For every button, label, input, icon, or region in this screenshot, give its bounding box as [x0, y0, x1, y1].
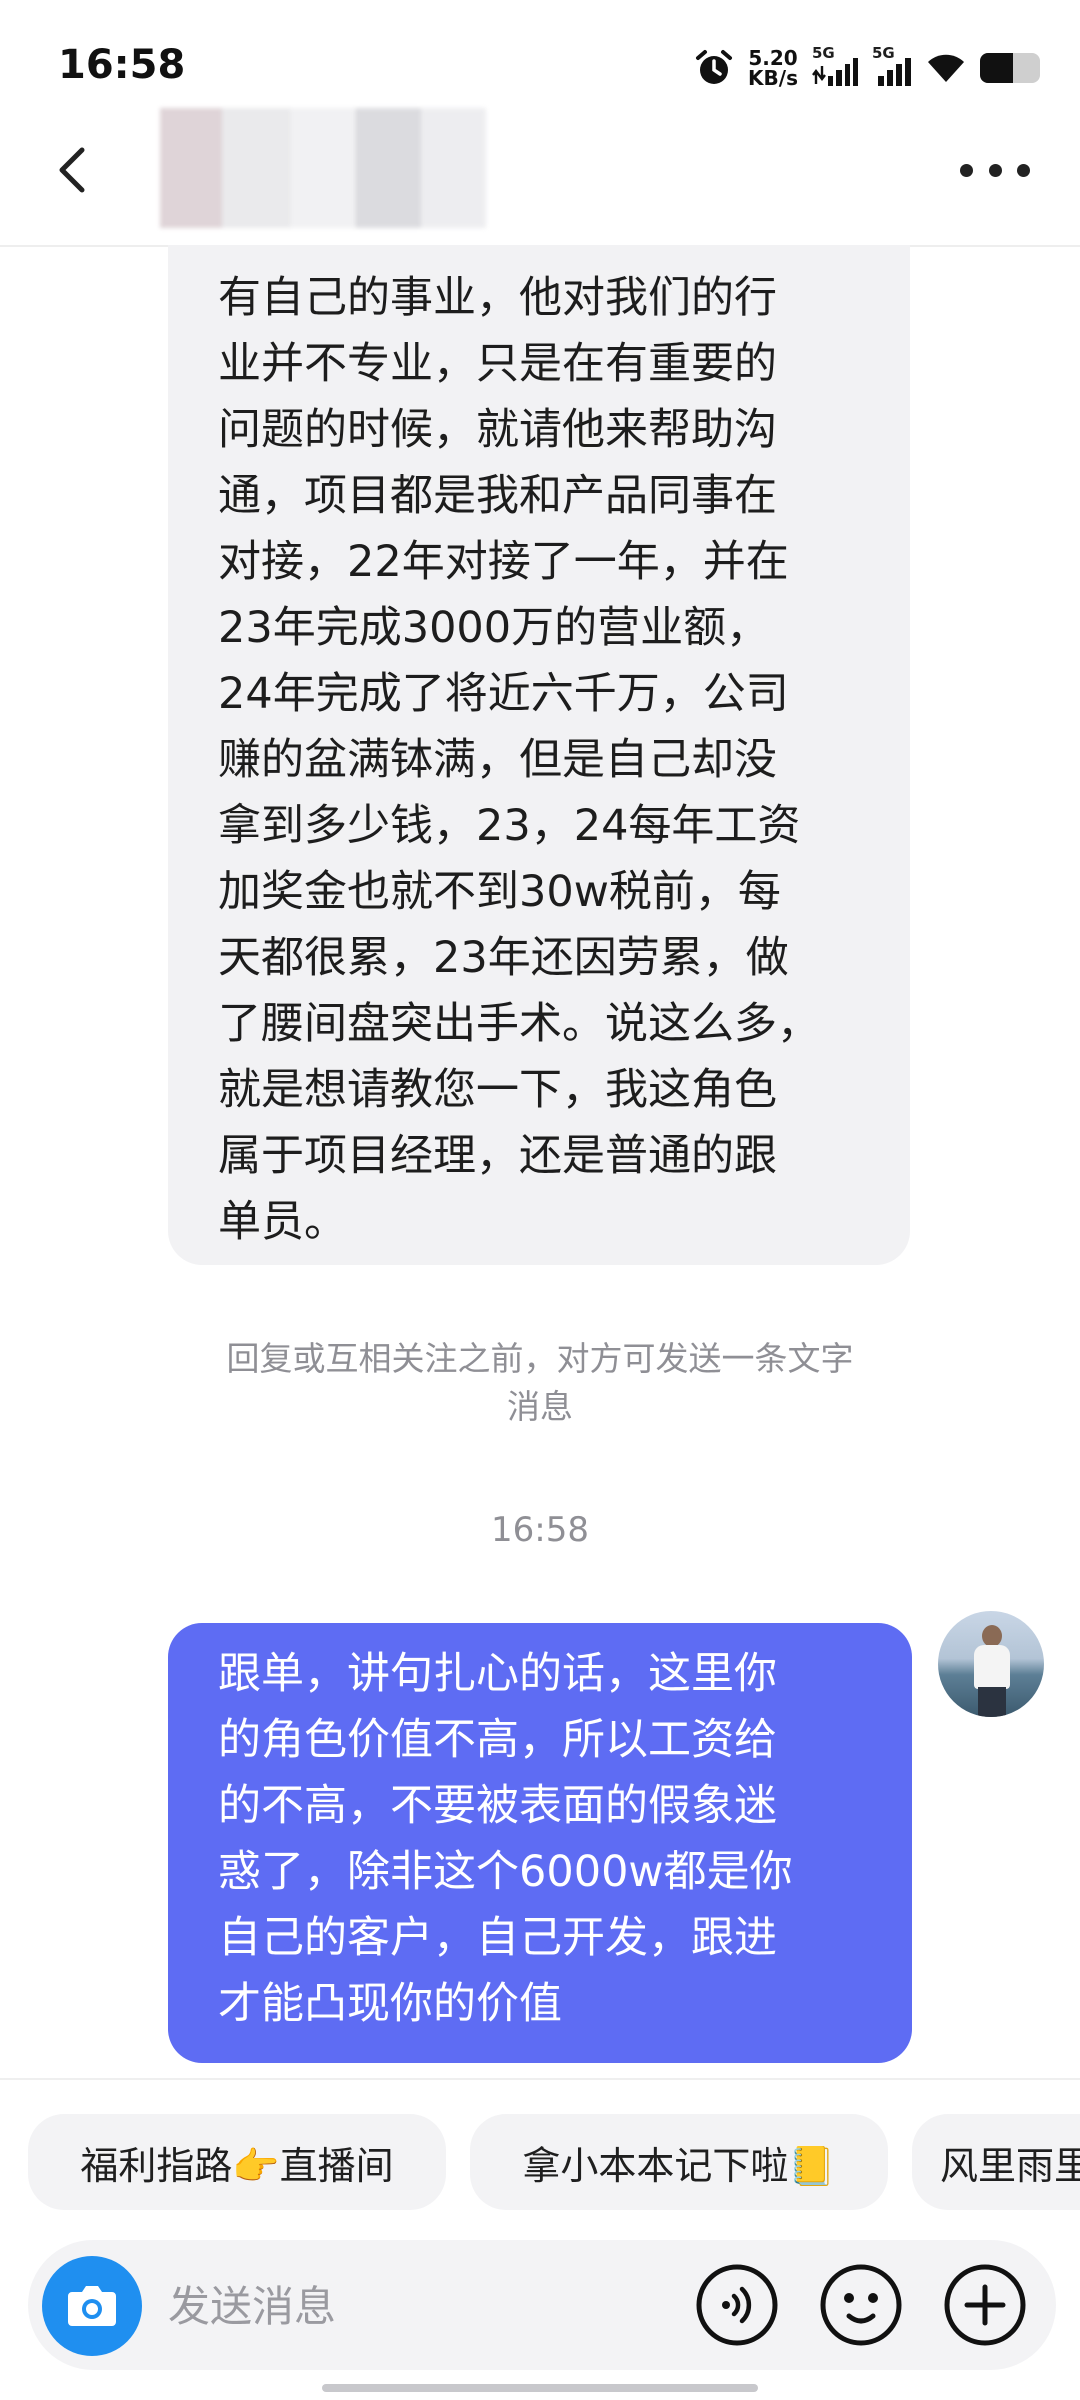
alarm-icon — [696, 50, 733, 84]
voice-icon — [696, 2264, 778, 2346]
signal-icon: 5G — [872, 44, 912, 86]
quick-reply-chip[interactable]: 拿小本本记下啦📒 — [470, 2114, 888, 2210]
network-speed-value: 5.20 — [748, 46, 798, 70]
network-speed-unit: KB/s — [748, 66, 798, 90]
more-options-button[interactable] — [960, 150, 1030, 190]
plus-icon — [944, 2264, 1026, 2346]
status-time: 16:58 — [58, 42, 186, 88]
avatar-person-head — [982, 1625, 1002, 1647]
wifi-icon — [928, 54, 964, 82]
chevron-left-icon — [59, 147, 85, 193]
more-horizontal-icon — [960, 163, 973, 177]
camera-button[interactable] — [42, 2256, 142, 2356]
more-dot — [1017, 163, 1030, 177]
message-timestamp: 16:58 — [491, 1510, 589, 1550]
system-note: 回复或互相关注之前，对方可发送一条文字 消息 — [226, 1339, 854, 1426]
message-input[interactable] — [166, 2268, 690, 2344]
outgoing-message-bubble[interactable]: 跟单，讲句扎心的话，这里你 的角色价值不高，所以工资给 的不高，不要被表面的假象… — [168, 1623, 912, 2063]
back-button[interactable] — [44, 140, 104, 200]
voice-button[interactable] — [694, 2262, 780, 2348]
avatar-person-body — [974, 1645, 1010, 1689]
incoming-message-bubble[interactable]: 有自己的事业，他对我们的行 业并不专业，只是在有重要的 问题的时候，就请他来帮助… — [168, 245, 910, 1265]
emoji-icon — [820, 2264, 902, 2346]
more-dot — [988, 163, 1002, 177]
quick-reply-bar[interactable]: 福利指路👉直播间 拿小本本记下啦📒 风里雨里 — [0, 2078, 1080, 2210]
sim2-label: 5G — [872, 44, 895, 62]
signal-icon: 5G — [812, 44, 858, 86]
battery-icon — [980, 53, 1040, 83]
battery-level-fill — [980, 53, 1013, 83]
avatar[interactable] — [938, 1611, 1044, 1717]
network-speed: 5.20 KB/s — [748, 48, 798, 88]
avatar-person-legs — [978, 1687, 1006, 1717]
home-indicator[interactable] — [322, 2384, 758, 2392]
chat-header — [0, 100, 1080, 247]
contact-name-blurred[interactable] — [160, 108, 486, 228]
camera-icon — [68, 2286, 116, 2326]
chat-area[interactable]: 有自己的事业，他对我们的行 业并不专业，只是在有重要的 问题的时候，就请他来帮助… — [0, 245, 1080, 2075]
status-icons: 5.20 KB/s 5G 5G — [694, 40, 1040, 96]
message-input-bar — [28, 2240, 1056, 2370]
emoji-button[interactable] — [818, 2262, 904, 2348]
quick-reply-chip[interactable]: 福利指路👉直播间 — [28, 2114, 446, 2210]
quick-reply-chip[interactable]: 风里雨里 — [912, 2114, 1080, 2210]
data-arrows-icon — [812, 66, 826, 84]
add-button[interactable] — [942, 2262, 1028, 2348]
